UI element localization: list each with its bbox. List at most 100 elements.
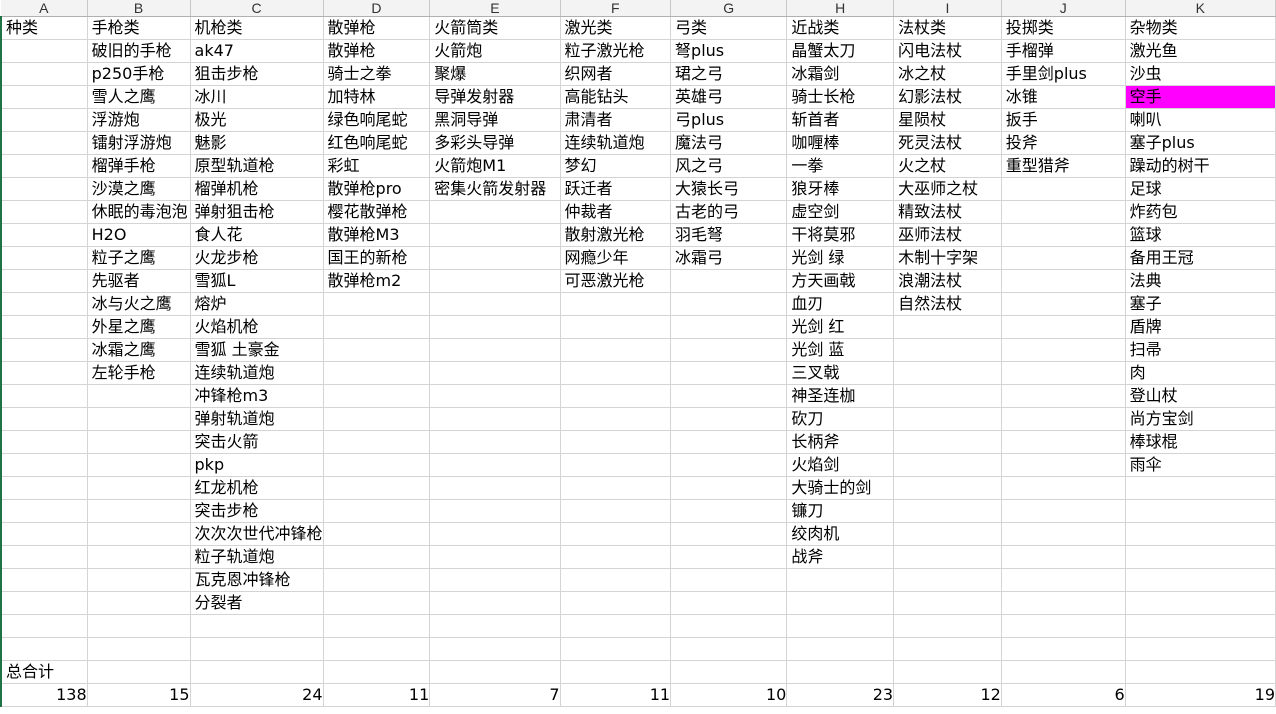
cell-G[interactable] <box>670 568 788 592</box>
cell-F[interactable] <box>560 522 672 546</box>
cell-C[interactable]: 熔炉 <box>190 292 324 316</box>
cell-E[interactable] <box>429 407 561 431</box>
cell-J[interactable] <box>1001 476 1126 500</box>
cell-F[interactable]: 激光类 <box>560 16 672 40</box>
cell-A[interactable] <box>0 361 88 385</box>
cell-H[interactable] <box>786 660 895 684</box>
cell-G[interactable] <box>670 292 788 316</box>
cell-B[interactable] <box>87 476 191 500</box>
cell-H[interactable]: 砍刀 <box>786 407 895 431</box>
cell-K[interactable]: 塞子 <box>1125 292 1276 316</box>
cell-J[interactable] <box>1001 338 1126 362</box>
column-header-B[interactable]: B <box>87 0 191 17</box>
cell-H[interactable]: 方天画戟 <box>786 269 895 293</box>
cell-F[interactable]: 散射激光枪 <box>560 223 672 247</box>
cell-G[interactable] <box>670 614 788 638</box>
cell-G[interactable]: 弓plus <box>670 108 788 132</box>
cell-F[interactable]: 可恶激光枪 <box>560 269 672 293</box>
cell-F[interactable]: 跃迁者 <box>560 177 672 201</box>
cell-F[interactable] <box>560 430 672 454</box>
cell-I[interactable]: 法杖类 <box>893 16 1002 40</box>
cell-C[interactable]: 突击步枪 <box>190 499 324 523</box>
cell-J[interactable] <box>1001 637 1126 661</box>
cell-H[interactable] <box>786 614 895 638</box>
cell-H[interactable]: 神圣连枷 <box>786 384 895 408</box>
cell-E[interactable] <box>429 246 561 270</box>
cell-J[interactable] <box>1001 614 1126 638</box>
cell-G[interactable] <box>670 453 788 477</box>
cell-E[interactable] <box>429 269 561 293</box>
cell-F[interactable]: 梦幻 <box>560 154 672 178</box>
cell-E[interactable] <box>429 637 561 661</box>
cell-G[interactable]: 大猿长弓 <box>670 177 788 201</box>
cell-J[interactable] <box>1001 591 1126 615</box>
cell-I[interactable] <box>893 637 1002 661</box>
cell-G[interactable] <box>670 338 788 362</box>
cell-B[interactable]: 冰与火之鹰 <box>87 292 191 316</box>
cell-H[interactable]: 近战类 <box>786 16 895 40</box>
cell-B[interactable]: 沙漠之鹰 <box>87 177 191 201</box>
cell-I[interactable]: 巫师法杖 <box>893 223 1002 247</box>
cell-F[interactable] <box>560 545 672 569</box>
cell-D[interactable] <box>323 499 431 523</box>
cell-F[interactable] <box>560 384 672 408</box>
cell-C[interactable]: 榴弹机枪 <box>190 177 324 201</box>
cell-D[interactable] <box>323 361 431 385</box>
cell-B[interactable] <box>87 545 191 569</box>
column-header-A[interactable]: A <box>1 0 88 17</box>
cell-F[interactable] <box>560 591 672 615</box>
cell-F[interactable] <box>560 453 672 477</box>
cell-H[interactable]: 镰刀 <box>786 499 895 523</box>
cell-F[interactable] <box>560 407 672 431</box>
cell-D[interactable]: 散弹枪pro <box>323 177 431 201</box>
cell-K[interactable] <box>1125 614 1276 638</box>
cell-D[interactable] <box>323 637 431 661</box>
cell-A[interactable] <box>0 39 88 63</box>
cell-J[interactable] <box>1001 269 1126 293</box>
cell-I[interactable]: 大巫师之杖 <box>893 177 1002 201</box>
cell-E[interactable]: 火箭炮 <box>429 39 561 63</box>
cell-H[interactable]: 战斧 <box>786 545 895 569</box>
cell-H[interactable] <box>786 637 895 661</box>
cell-G[interactable] <box>670 384 788 408</box>
cell-D[interactable] <box>323 338 431 362</box>
column-header-J[interactable]: J <box>1001 0 1126 17</box>
cell-G[interactable] <box>670 591 788 615</box>
column-header-E[interactable]: E <box>429 0 561 17</box>
cell-D[interactable]: 骑士之拳 <box>323 62 431 86</box>
cell-K[interactable]: 盾牌 <box>1125 315 1276 339</box>
cell-E[interactable] <box>429 453 561 477</box>
cell-D[interactable] <box>323 315 431 339</box>
cell-G[interactable]: 冰霜弓 <box>670 246 788 270</box>
cell-B[interactable] <box>87 407 191 431</box>
cell-J[interactable]: 6 <box>1001 683 1126 707</box>
cell-I[interactable] <box>893 522 1002 546</box>
cell-E[interactable] <box>429 315 561 339</box>
cell-J[interactable]: 重型猎斧 <box>1001 154 1126 178</box>
cell-H[interactable]: 大骑士的剑 <box>786 476 895 500</box>
cell-G[interactable] <box>670 637 788 661</box>
cell-D[interactable]: 散弹枪 <box>323 39 431 63</box>
cell-C[interactable]: 食人花 <box>190 223 324 247</box>
cell-C[interactable]: 连续轨道炮 <box>190 361 324 385</box>
cell-A[interactable] <box>0 430 88 454</box>
column-header-K[interactable]: K <box>1125 0 1276 17</box>
cell-A[interactable] <box>0 223 88 247</box>
cell-I[interactable] <box>893 545 1002 569</box>
cell-I[interactable]: 闪电法杖 <box>893 39 1002 63</box>
cell-J[interactable] <box>1001 200 1126 224</box>
cell-E[interactable] <box>429 476 561 500</box>
cell-C[interactable]: pkp <box>190 453 324 477</box>
cell-H[interactable]: 光剑 蓝 <box>786 338 895 362</box>
cell-I[interactable] <box>893 614 1002 638</box>
cell-F[interactable]: 高能钻头 <box>560 85 672 109</box>
cell-D[interactable] <box>323 407 431 431</box>
cell-H[interactable] <box>786 591 895 615</box>
cell-K[interactable]: 塞子plus <box>1125 131 1276 155</box>
cell-I[interactable] <box>893 407 1002 431</box>
cell-F[interactable] <box>560 499 672 523</box>
cell-G[interactable]: 羽毛弩 <box>670 223 788 247</box>
cell-J[interactable]: 投掷类 <box>1001 16 1126 40</box>
cell-A[interactable] <box>0 476 88 500</box>
cell-F[interactable] <box>560 476 672 500</box>
